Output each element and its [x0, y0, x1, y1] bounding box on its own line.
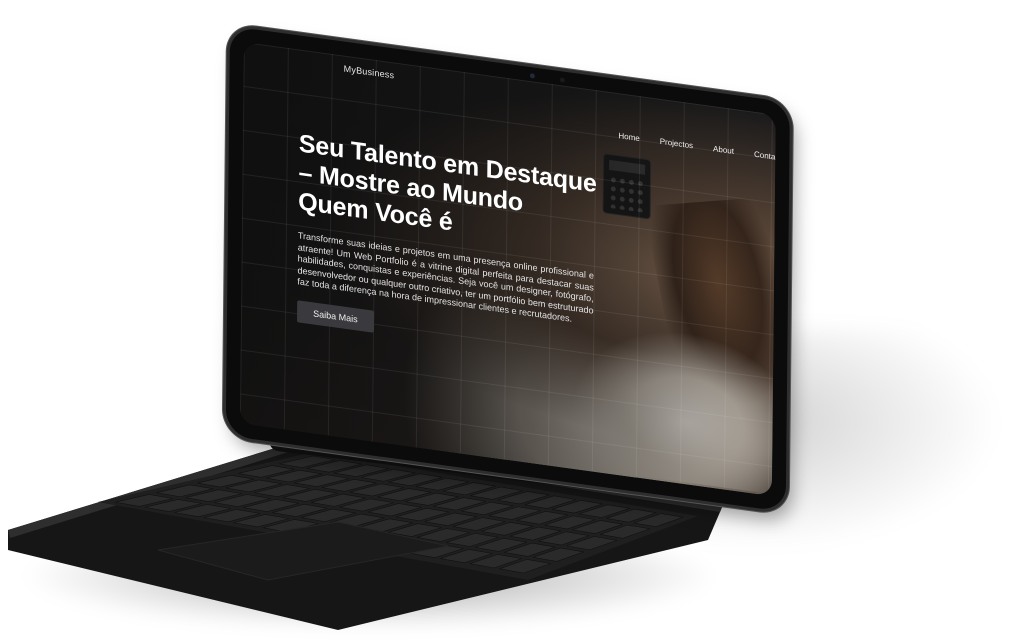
mockup-stage: MyBusiness Home Projectos About Contacte…	[0, 0, 1024, 642]
nav-contact[interactable]: Contacte	[754, 150, 776, 163]
site-brand[interactable]: MyBusiness	[344, 64, 395, 81]
nav-projects[interactable]: Projectos	[660, 137, 693, 151]
tablet-device: MyBusiness Home Projectos About Contacte…	[225, 26, 790, 513]
tablet-screen: MyBusiness Home Projectos About Contacte…	[239, 41, 776, 497]
nav-about[interactable]: About	[713, 144, 734, 156]
hero-section: Seu Talento em Destaque – Mostre ao Mund…	[296, 129, 599, 362]
front-camera	[529, 73, 535, 79]
nav-home[interactable]: Home	[618, 131, 639, 143]
camera-sensor	[559, 77, 565, 83]
